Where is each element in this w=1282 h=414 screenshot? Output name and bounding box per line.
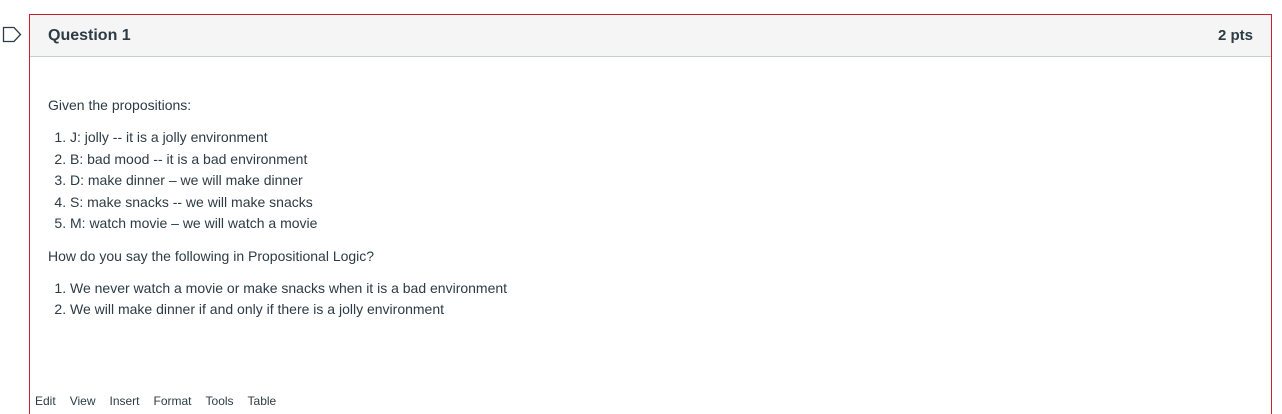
propositions-list: J: jolly -- it is a jolly environment B:… — [48, 127, 1253, 235]
menu-insert[interactable]: Insert — [102, 391, 146, 411]
question-intro: Given the propositions: — [48, 97, 192, 113]
question-header: Question 1 2 pts — [30, 15, 1271, 57]
menu-tools[interactable]: Tools — [199, 391, 241, 411]
editor-menubar: Edit View Insert Format Tools Table — [28, 391, 283, 411]
question-points: 2 pts — [1217, 27, 1253, 44]
proposition-item: M: watch movie – we will watch a movie — [70, 213, 1253, 235]
question-card: Question 1 2 pts Given the propositions:… — [29, 14, 1272, 414]
statements-list: We never watch a movie or make snacks wh… — [48, 278, 1253, 321]
question-title: Question 1 — [48, 26, 131, 44]
statement-item: We never watch a movie or make snacks wh… — [70, 278, 1253, 300]
proposition-item: B: bad mood -- it is a bad environment — [70, 149, 1253, 171]
proposition-item: S: make snacks -- we will make snacks — [70, 192, 1253, 214]
proposition-item: D: make dinner – we will make dinner — [70, 170, 1253, 192]
flag-question-icon[interactable] — [2, 26, 22, 43]
menu-edit[interactable]: Edit — [28, 391, 63, 411]
statement-item: We will make dinner if and only if there… — [70, 299, 1253, 321]
menu-table[interactable]: Table — [241, 391, 284, 411]
proposition-item: J: jolly -- it is a jolly environment — [70, 127, 1253, 149]
question-body: Given the propositions: J: jolly -- it i… — [30, 57, 1271, 321]
menu-format[interactable]: Format — [147, 391, 199, 411]
menu-view[interactable]: View — [63, 391, 103, 411]
question-prompt: How do you say the following in Proposit… — [48, 247, 375, 264]
